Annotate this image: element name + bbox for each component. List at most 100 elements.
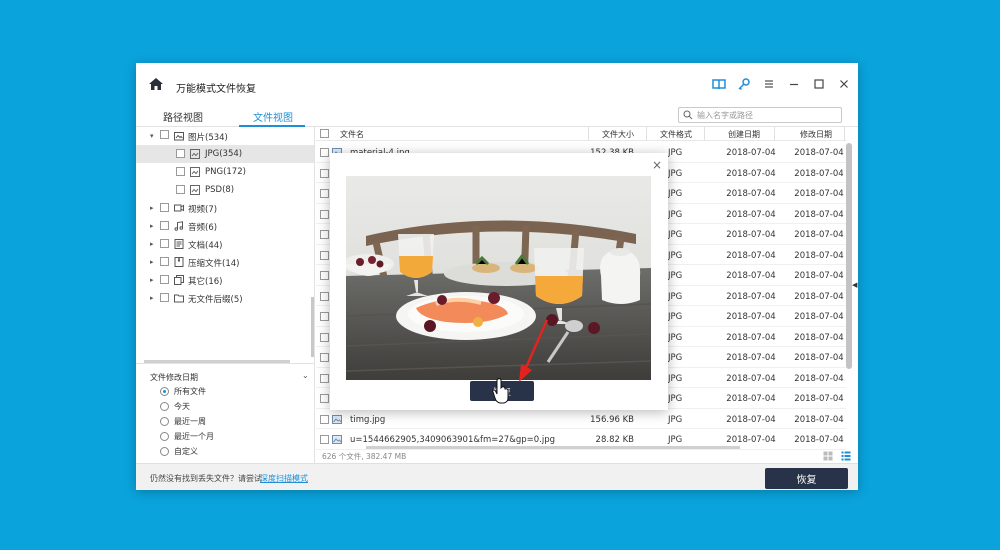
tree-item-documents[interactable]: ▸ 文档(44) bbox=[136, 235, 314, 253]
checkbox[interactable] bbox=[160, 239, 169, 248]
checkbox[interactable] bbox=[160, 221, 169, 230]
row-checkbox[interactable] bbox=[320, 148, 329, 157]
checkbox[interactable] bbox=[176, 185, 185, 194]
book-icon[interactable] bbox=[712, 77, 726, 91]
image-file-icon bbox=[190, 149, 200, 159]
column-header-type[interactable]: 文件格式 bbox=[660, 129, 692, 140]
tree-item-png[interactable]: PNG(172) bbox=[136, 163, 314, 181]
close-icon[interactable] bbox=[837, 77, 851, 91]
tree-item-audio[interactable]: ▸ 音频(6) bbox=[136, 217, 314, 235]
expand-arrow-icon[interactable]: ▸ bbox=[150, 276, 154, 284]
created-date: 2018-07-04 bbox=[726, 394, 776, 404]
row-checkbox[interactable] bbox=[320, 414, 329, 424]
key-icon[interactable] bbox=[737, 77, 751, 91]
radio-button[interactable] bbox=[160, 432, 169, 441]
created-date: 2018-07-04 bbox=[726, 148, 776, 158]
expand-arrow-icon[interactable]: ▸ bbox=[150, 258, 154, 266]
tab-path-view[interactable]: 路径视图 bbox=[163, 109, 203, 124]
radio-button[interactable] bbox=[160, 387, 169, 396]
checkbox[interactable] bbox=[176, 149, 185, 158]
table-row[interactable]: timg.jpg 156.96 KB JPG 2018-07-04 2018-07-04 bbox=[316, 409, 846, 429]
modified-date: 2018-07-04 bbox=[794, 189, 844, 199]
document-icon bbox=[174, 239, 184, 249]
menu-icon[interactable] bbox=[762, 77, 776, 91]
checkbox[interactable] bbox=[160, 257, 169, 266]
close-icon[interactable]: × bbox=[652, 158, 662, 172]
row-checkbox[interactable] bbox=[320, 373, 329, 383]
row-checkbox[interactable] bbox=[320, 332, 329, 342]
file-type: JPG bbox=[668, 353, 683, 363]
expand-arrow-icon[interactable]: ▸ bbox=[150, 240, 154, 248]
minimize-icon[interactable] bbox=[787, 77, 801, 91]
row-checkbox[interactable] bbox=[320, 291, 329, 301]
list-view-icon[interactable] bbox=[841, 451, 851, 461]
column-header-modified[interactable]: 修改日期 bbox=[800, 129, 832, 140]
expand-arrow-icon[interactable]: ▸ bbox=[150, 294, 154, 302]
modified-date: 2018-07-04 bbox=[794, 332, 844, 343]
checkbox[interactable] bbox=[160, 130, 169, 139]
row-checkbox[interactable] bbox=[320, 353, 329, 362]
checkbox[interactable] bbox=[160, 293, 169, 302]
created-date: 2018-07-04 bbox=[726, 168, 776, 179]
modified-date: 2018-07-04 bbox=[794, 394, 844, 404]
file-type: JPG bbox=[668, 435, 683, 445]
row-checkbox[interactable] bbox=[320, 189, 329, 198]
tree-item-jpg[interactable]: JPG(354) bbox=[136, 145, 314, 163]
row-checkbox[interactable] bbox=[320, 168, 329, 178]
row-checkbox[interactable] bbox=[320, 230, 329, 239]
row-checkbox[interactable] bbox=[320, 394, 329, 403]
scrollbar-thumb[interactable] bbox=[846, 143, 852, 369]
file-type: JPG bbox=[668, 230, 683, 240]
row-checkbox[interactable] bbox=[320, 271, 329, 280]
column-header-created[interactable]: 创建日期 bbox=[728, 129, 760, 140]
file-type: JPG bbox=[668, 250, 683, 261]
row-checkbox[interactable] bbox=[320, 435, 329, 444]
tree-item-label: 其它(16) bbox=[188, 277, 223, 287]
column-header-name[interactable]: 文件名 bbox=[340, 129, 364, 140]
deep-scan-link[interactable]: 深度扫描模式 bbox=[260, 473, 308, 484]
created-date: 2018-07-04 bbox=[726, 353, 776, 363]
tree-item-label: 文档(44) bbox=[188, 241, 223, 251]
expand-arrow-icon[interactable]: ▸ bbox=[150, 204, 154, 212]
radio-button[interactable] bbox=[160, 402, 169, 411]
tree-item-no-extension[interactable]: ▸ 无文件后缀(5) bbox=[136, 289, 314, 307]
row-checkbox[interactable] bbox=[320, 312, 329, 321]
search-input[interactable] bbox=[697, 108, 837, 122]
modified-date: 2018-07-04 bbox=[794, 230, 844, 240]
created-date: 2018-07-04 bbox=[726, 312, 776, 322]
select-all-checkbox[interactable] bbox=[320, 129, 329, 138]
tree-item-images[interactable]: ▾ 图片(534) bbox=[136, 127, 314, 145]
tab-file-view[interactable]: 文件视图 bbox=[253, 109, 293, 124]
row-checkbox[interactable] bbox=[320, 250, 329, 260]
mouse-pointer-icon bbox=[492, 378, 509, 404]
grid-view-icon[interactable] bbox=[823, 451, 833, 461]
tree-item-video[interactable]: ▸ 视频(7) bbox=[136, 199, 314, 217]
radio-label: 最近一个月 bbox=[174, 432, 214, 441]
file-type: JPG bbox=[668, 394, 683, 404]
collapse-arrow-icon[interactable]: ▾ bbox=[150, 132, 154, 140]
created-date: 2018-07-04 bbox=[726, 435, 776, 445]
tree-item-psd[interactable]: PSD(8) bbox=[136, 181, 314, 199]
chevron-down-icon[interactable]: ⌄ bbox=[302, 371, 309, 380]
file-type: JPG bbox=[668, 168, 683, 179]
column-header-size[interactable]: 文件大小 bbox=[602, 129, 634, 140]
tree-item-archives[interactable]: ▸ 压缩文件(14) bbox=[136, 253, 314, 271]
recover-button[interactable]: 恢复 bbox=[765, 468, 848, 489]
home-icon[interactable] bbox=[149, 78, 163, 90]
row-checkbox[interactable] bbox=[320, 209, 329, 219]
bottom-bar: 仍然没有找到丢失文件？请尝试 深度扫描模式 恢复 bbox=[136, 463, 858, 490]
checkbox[interactable] bbox=[176, 167, 185, 176]
tree-item-other[interactable]: ▸ 其它(16) bbox=[136, 271, 314, 289]
image-file-icon bbox=[332, 414, 342, 424]
radio-button[interactable] bbox=[160, 417, 169, 426]
radio-button[interactable] bbox=[160, 447, 169, 456]
checkbox[interactable] bbox=[160, 275, 169, 284]
expand-arrow-icon[interactable]: ▸ bbox=[150, 222, 154, 230]
collapse-panel-icon[interactable]: ◀ bbox=[852, 281, 857, 289]
created-date: 2018-07-04 bbox=[726, 291, 776, 302]
created-date: 2018-07-04 bbox=[726, 373, 776, 384]
table-scrollbar[interactable] bbox=[846, 127, 852, 463]
checkbox[interactable] bbox=[160, 203, 169, 212]
maximize-icon[interactable] bbox=[812, 77, 826, 91]
search-box[interactable] bbox=[678, 107, 842, 123]
